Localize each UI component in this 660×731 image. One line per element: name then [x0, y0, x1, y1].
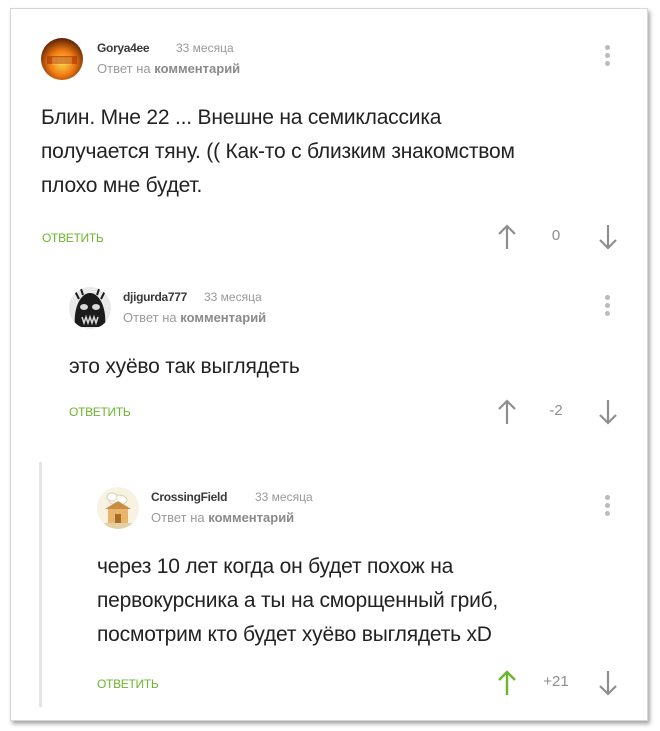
- comment-line: первокурсника а ты на сморщенный гриб,: [97, 589, 499, 612]
- comment-time: 33 месяца: [204, 290, 262, 304]
- reply-target-link[interactable]: комментарий: [180, 310, 266, 325]
- more-menu-icon[interactable]: [605, 495, 611, 519]
- comment-text: через 10 лет когда он будет похож на пер…: [97, 550, 498, 652]
- comment-time: 33 месяца: [255, 490, 313, 504]
- house-avatar-icon[interactable]: [97, 487, 139, 529]
- more-menu-icon[interactable]: [605, 45, 611, 69]
- comment-line: плохо мне будет.: [41, 174, 203, 197]
- reply-prefix: Ответ на: [123, 310, 177, 325]
- comment-line: Блин. Мне 22 ... Внешне на семиклассика: [41, 106, 442, 129]
- arrow-down-icon[interactable]: [597, 223, 619, 251]
- reply-target-link[interactable]: комментарий: [154, 61, 240, 76]
- arrow-up-icon[interactable]: [496, 223, 518, 251]
- comment-line: через 10 лет когда он будет похож на: [97, 555, 454, 578]
- comment-text: Блин. Мне 22 ... Внешне на семиклассика …: [41, 101, 515, 203]
- vote-score: +21: [543, 673, 569, 690]
- skull-avatar-icon[interactable]: [69, 287, 111, 329]
- arrow-down-icon[interactable]: [597, 669, 619, 697]
- comment-text: это хуёво так выглядеть: [69, 350, 300, 384]
- reply-to-info: Ответ на комментарий: [151, 510, 294, 525]
- thread-line: [39, 462, 42, 707]
- reply-prefix: Ответ на: [97, 61, 151, 76]
- reply-to-info: Ответ на комментарий: [123, 310, 266, 325]
- vote-score: 0: [551, 227, 561, 244]
- comment-line: посмотрим кто будет хуёво выглядеть xD: [97, 623, 492, 646]
- svg-text:▒▒▒▒: ▒▒▒▒: [52, 57, 72, 65]
- comment-author[interactable]: Gorya4ee: [97, 41, 150, 55]
- reply-button[interactable]: ОТВЕТИТЬ: [42, 231, 104, 245]
- comment-author[interactable]: CrossingField: [151, 490, 227, 504]
- comments-panel: ▒▒▒▒ Gorya4ee 33 месяца Ответ на коммент…: [10, 8, 648, 721]
- reply-button[interactable]: ОТВЕТИТЬ: [69, 405, 131, 419]
- reply-prefix: Ответ на: [151, 510, 205, 525]
- more-menu-icon[interactable]: [605, 295, 611, 319]
- comment-time: 33 месяца: [176, 41, 234, 55]
- reply-button[interactable]: ОТВЕТИТЬ: [97, 677, 159, 691]
- vote-score: -2: [549, 402, 563, 419]
- comment-author[interactable]: djigurda777: [123, 290, 187, 304]
- reply-target-link[interactable]: комментарий: [208, 510, 294, 525]
- comment-line: получается тяну. (( Как-то с близким зна…: [41, 140, 515, 163]
- comment-line: это хуёво так выглядеть: [69, 355, 300, 378]
- fire-avatar-icon[interactable]: ▒▒▒▒: [41, 38, 83, 80]
- arrow-up-icon[interactable]: [496, 669, 518, 697]
- reply-to-info: Ответ на комментарий: [97, 61, 240, 76]
- arrow-up-icon[interactable]: [496, 398, 518, 426]
- arrow-down-icon[interactable]: [597, 398, 619, 426]
